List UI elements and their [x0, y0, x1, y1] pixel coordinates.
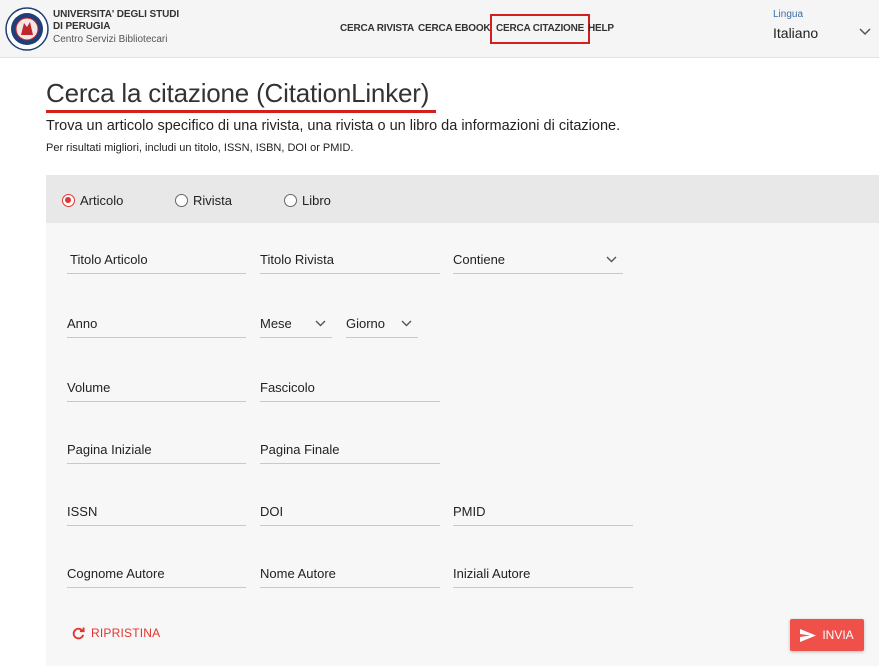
send-icon — [800, 628, 817, 642]
issn-field[interactable]: ISSN — [67, 500, 246, 526]
issn-placeholder: ISSN — [67, 504, 98, 519]
brand-subtitle: Centro Servizi Bibliotecari — [53, 34, 168, 45]
nav-cerca-ebook[interactable]: CERCA EBOOK — [418, 14, 491, 44]
volume-field[interactable]: Volume — [67, 376, 246, 402]
pagina-finale-field[interactable]: Pagina Finale — [260, 438, 440, 464]
chevron-down-icon — [315, 320, 326, 327]
radio-libro[interactable]: Libro — [284, 192, 331, 208]
contiene-select[interactable]: Contiene — [453, 248, 623, 274]
titolo-rivista-placeholder: Titolo Rivista — [260, 252, 334, 267]
reset-label: RIPRISTINA — [91, 626, 161, 640]
titolo-articolo-field[interactable]: Titolo Articolo — [67, 248, 246, 274]
doi-placeholder: DOI — [260, 504, 284, 519]
chevron-down-icon — [606, 256, 617, 263]
page-hint: Per risultati migliori, includi un titol… — [46, 142, 354, 154]
radio-articolo[interactable]: Articolo — [62, 192, 123, 208]
nav-help[interactable]: HELP — [588, 14, 614, 44]
chevron-down-icon — [401, 320, 412, 327]
submit-button[interactable]: INVIA — [790, 619, 864, 651]
university-logo[interactable] — [5, 7, 49, 51]
giorno-value: Giorno — [346, 316, 386, 331]
doi-field[interactable]: DOI — [260, 500, 440, 526]
refresh-icon — [72, 626, 85, 639]
radio-dot-selected — [62, 193, 75, 207]
volume-placeholder: Volume — [67, 380, 111, 395]
brand-block[interactable]: UNIVERSITA' DEGLI STUDI DI PERUGIA Centr… — [53, 9, 179, 46]
pmid-placeholder: PMID — [453, 504, 486, 519]
title-underline — [46, 110, 436, 113]
brand-name-line2: DI PERUGIA — [53, 21, 111, 32]
nav-cerca-rivista[interactable]: CERCA RIVISTA — [340, 14, 414, 44]
chevron-down-icon — [859, 28, 871, 36]
pagina-finale-placeholder: Pagina Finale — [260, 442, 340, 457]
anno-placeholder: Anno — [67, 316, 98, 331]
radio-dot — [175, 193, 188, 207]
fascicolo-placeholder: Fascicolo — [260, 380, 315, 395]
pmid-field[interactable]: PMID — [453, 500, 633, 526]
resource-type-bar: Articolo Rivista Libro — [46, 175, 879, 223]
radio-dot — [284, 193, 297, 207]
contiene-value: Contiene — [453, 252, 506, 267]
language-select[interactable]: Lingua Italiano — [773, 8, 875, 43]
radio-articolo-label: Articolo — [80, 192, 124, 208]
titolo-articolo-placeholder: Titolo Articolo — [70, 252, 148, 267]
page-subtitle: Trova un articolo specifico di una rivis… — [46, 118, 621, 134]
pagina-iniziale-placeholder: Pagina Iniziale — [67, 442, 152, 457]
pagina-iniziale-field[interactable]: Pagina Iniziale — [67, 438, 246, 464]
nav-cerca-citazione[interactable]: CERCA CITAZIONE — [490, 14, 591, 44]
radio-rivista-label: Rivista — [193, 192, 233, 208]
citation-form: Articolo Rivista Libro Titolo Articolo T… — [46, 175, 879, 666]
cognome-autore-field[interactable]: Cognome Autore — [67, 562, 246, 588]
cognome-autore-placeholder: Cognome Autore — [67, 566, 165, 581]
fascicolo-field[interactable]: Fascicolo — [260, 376, 440, 402]
iniziali-autore-placeholder: Iniziali Autore — [453, 566, 531, 581]
iniziali-autore-field[interactable]: Iniziali Autore — [453, 562, 633, 588]
brand-name-line1: UNIVERSITA' DEGLI STUDI — [53, 9, 180, 20]
anno-field[interactable]: Anno — [67, 312, 246, 338]
radio-rivista[interactable]: Rivista — [175, 192, 232, 208]
language-label: Lingua — [773, 9, 804, 20]
mese-select[interactable]: Mese — [260, 312, 332, 338]
reset-button[interactable]: RIPRISTINA — [72, 626, 160, 640]
page-title: Cerca la citazione (CitationLinker) — [46, 78, 430, 108]
submit-label: INVIA — [822, 628, 854, 642]
nome-autore-placeholder: Nome Autore — [260, 566, 336, 581]
titolo-rivista-field[interactable]: Titolo Rivista — [260, 248, 440, 274]
radio-libro-label: Libro — [302, 192, 331, 208]
giorno-select[interactable]: Giorno — [346, 312, 418, 338]
mese-value: Mese — [260, 316, 292, 331]
nome-autore-field[interactable]: Nome Autore — [260, 562, 440, 588]
top-header: UNIVERSITA' DEGLI STUDI DI PERUGIA Centr… — [0, 0, 879, 58]
